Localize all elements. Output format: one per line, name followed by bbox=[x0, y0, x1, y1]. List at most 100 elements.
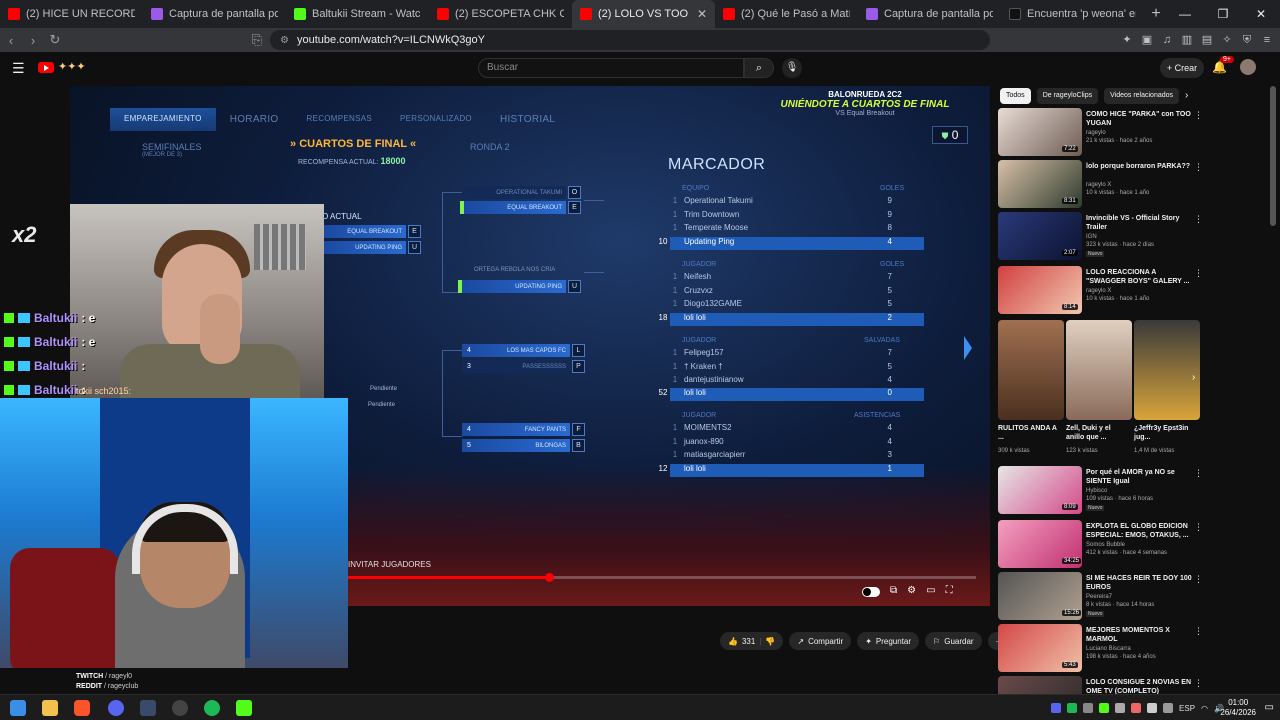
share-button[interactable]: ↗ Compartir bbox=[789, 632, 852, 650]
short-title[interactable]: ¿Jeffr3y Epst3in jug... bbox=[1134, 424, 1196, 442]
bookmark-icon[interactable]: ⎘ bbox=[246, 32, 268, 48]
close-tab-icon[interactable]: ✕ bbox=[697, 7, 707, 21]
suggested-video[interactable]: 5:43 MEJORES MOMENTOS X MARMOL Luciano B… bbox=[998, 624, 1208, 674]
tray-icon[interactable] bbox=[1099, 703, 1110, 713]
fullscreen-icon[interactable]: ⛶ bbox=[946, 585, 953, 597]
video-title[interactable]: LOLO CONSIGUE 2 NOVIAS EN OME TV (COMPLE… bbox=[1086, 678, 1192, 694]
more-vert-icon[interactable]: ⋮ bbox=[1194, 574, 1203, 585]
spotify-icon[interactable] bbox=[204, 700, 220, 716]
back-icon[interactable]: ‹ bbox=[0, 33, 22, 48]
suggested-video[interactable]: 8:14 LOLO REACCIONA A "SWAGGER BOYS" GAL… bbox=[998, 266, 1208, 316]
more-vert-icon[interactable]: ⋮ bbox=[1194, 678, 1203, 689]
close-window-icon[interactable]: ✕ bbox=[1242, 0, 1280, 28]
shorts-next-icon[interactable]: › bbox=[1192, 372, 1195, 383]
more-vert-icon[interactable]: ⋮ bbox=[1194, 522, 1203, 533]
more-vert-icon[interactable]: ⋮ bbox=[1194, 626, 1203, 637]
kick-icon[interactable] bbox=[236, 700, 252, 716]
short-thumbnail[interactable] bbox=[1134, 320, 1200, 420]
shield-icon[interactable]: ⛨ bbox=[1240, 33, 1254, 47]
settings-gear-icon[interactable]: ⚙ bbox=[907, 585, 916, 597]
suggested-video[interactable]: 7:22 COMO HICE "PARKA" con TOO YUGAN rag… bbox=[998, 108, 1208, 158]
subtitles-icon[interactable]: ⧉ bbox=[890, 585, 897, 597]
wallet-icon[interactable]: ▤ bbox=[1200, 33, 1214, 47]
suggested-video[interactable]: LOLO CONSIGUE 2 NOVIAS EN OME TV (COMPLE… bbox=[998, 676, 1208, 694]
puzzle-icon[interactable]: ✦ bbox=[1120, 33, 1134, 47]
chip-related[interactable]: Videos relacionados bbox=[1104, 88, 1180, 104]
short-title[interactable]: Zell, Duki y el anillo que ... bbox=[1066, 424, 1128, 442]
browser-tab[interactable]: Baltukii Stream - Watch Live on bbox=[286, 0, 429, 28]
suggested-video[interactable]: 8:31 lolo porque borraron PARKA?? rageyl… bbox=[998, 160, 1208, 210]
notification-center-icon[interactable]: ▭ bbox=[1265, 702, 1274, 713]
browser-tab[interactable]: Captura de pantalla por Lightshot bbox=[858, 0, 1001, 28]
browser-tab[interactable]: (2) HICE UN RECORD MUNDIAL bbox=[0, 0, 143, 28]
channel-name[interactable]: rageylo X bbox=[1086, 182, 1111, 188]
more-vert-icon[interactable]: ⋮ bbox=[1194, 110, 1203, 121]
search-icon[interactable]: ⌕ bbox=[744, 58, 774, 78]
scrollbar-thumb[interactable] bbox=[1270, 86, 1276, 226]
browser-tab[interactable]: Captura de pantalla por Lightshot bbox=[143, 0, 286, 28]
screenshot-icon[interactable]: ▣ bbox=[1140, 33, 1154, 47]
youtube-logo-icon[interactable] bbox=[38, 62, 54, 73]
brave-browser-icon[interactable] bbox=[74, 700, 90, 716]
chip-all[interactable]: Todos bbox=[1000, 88, 1031, 104]
miniplayer-icon[interactable]: ▭ bbox=[926, 585, 935, 597]
thumbs-down-icon[interactable]: 👎 bbox=[765, 637, 775, 646]
system-clock[interactable]: 01:00 26/4/2026 bbox=[1220, 698, 1256, 718]
obs-icon[interactable] bbox=[172, 700, 188, 716]
suggested-video[interactable]: 2:07 Invincible VS - Official Story Trai… bbox=[998, 212, 1208, 262]
video-progress-bar[interactable] bbox=[348, 573, 976, 582]
start-icon[interactable] bbox=[10, 700, 26, 716]
ai-icon[interactable]: ✧ bbox=[1220, 33, 1234, 47]
more-vert-icon[interactable]: ⋮ bbox=[1194, 468, 1203, 479]
video-title[interactable]: EXPLOTA EL GLOBO EDICION ESPECIAL: EMOS,… bbox=[1086, 522, 1192, 540]
channel-name[interactable]: Somos Bubble bbox=[1086, 542, 1125, 548]
channel-name[interactable]: IGN bbox=[1086, 234, 1097, 240]
browser-tab[interactable]: (2) Qué le Pasó a Matías Cand bbox=[715, 0, 858, 28]
language-indicator[interactable]: ESP bbox=[1179, 704, 1195, 713]
video-thumbnail[interactable] bbox=[998, 676, 1082, 694]
video-title[interactable]: Por qué el AMOR ya NO se SIENTE Igual bbox=[1086, 468, 1192, 486]
video-title[interactable]: lolo porque borraron PARKA?? bbox=[1086, 162, 1192, 171]
like-button[interactable]: 👍 331 | 👎 bbox=[720, 632, 784, 650]
more-vert-icon[interactable]: ⋮ bbox=[1194, 162, 1203, 173]
tray-icon[interactable] bbox=[1051, 703, 1062, 713]
forward-icon[interactable]: › bbox=[22, 33, 44, 48]
channel-name[interactable]: Hybisco bbox=[1086, 488, 1107, 494]
video-title[interactable]: MEJORES MOMENTOS X MARMOL bbox=[1086, 626, 1192, 644]
site-info-icon[interactable]: ⚙ bbox=[280, 35, 289, 46]
suggested-video[interactable]: 8:09 Por qué el AMOR ya NO se SIENTE Igu… bbox=[998, 466, 1208, 516]
restore-icon[interactable]: ❐ bbox=[1204, 0, 1242, 28]
tray-icon[interactable] bbox=[1163, 703, 1174, 713]
suggested-video[interactable]: 34:25 EXPLOTA EL GLOBO EDICION ESPECIAL:… bbox=[998, 520, 1208, 570]
file-explorer-icon[interactable] bbox=[42, 700, 58, 716]
tray-icon[interactable] bbox=[1131, 703, 1142, 713]
channel-name[interactable]: rageylo X bbox=[1086, 288, 1111, 294]
new-tab-icon[interactable]: + bbox=[1144, 0, 1168, 28]
address-bar[interactable]: ⚙ youtube.com/watch?v=ILCNWkQ3goY bbox=[270, 30, 990, 50]
doodle-icon[interactable]: ✦✦✦ bbox=[58, 60, 86, 73]
tray-icon[interactable] bbox=[1083, 703, 1094, 713]
music-icon[interactable]: ♫ bbox=[1160, 33, 1174, 47]
avatar[interactable] bbox=[1240, 59, 1256, 75]
video-title[interactable]: Invincible VS - Official Story Trailer bbox=[1086, 214, 1192, 232]
create-button[interactable]: + Crear bbox=[1160, 58, 1204, 78]
short-thumbnail[interactable] bbox=[1066, 320, 1132, 420]
ask-button[interactable]: ✦ Preguntar bbox=[857, 632, 920, 650]
short-title[interactable]: RULITOS ANDA A ... bbox=[998, 424, 1060, 442]
channel-name[interactable]: Luciano Biscarra bbox=[1086, 646, 1131, 652]
browser-tab-active[interactable]: (2) LOLO VS TOO YUGA ✕ bbox=[572, 0, 715, 28]
menu-icon[interactable]: ≡ bbox=[1260, 33, 1274, 47]
tray-icon[interactable] bbox=[1115, 703, 1126, 713]
more-vert-icon[interactable]: ⋮ bbox=[1194, 268, 1203, 279]
save-button[interactable]: ⚐ Guardar bbox=[925, 632, 982, 650]
sidebar-icon[interactable]: ▥ bbox=[1180, 33, 1194, 47]
search-input[interactable]: Buscar bbox=[478, 58, 744, 78]
progress-scrubber[interactable] bbox=[544, 573, 554, 582]
chrome-icon[interactable] bbox=[108, 700, 124, 716]
app-icon[interactable] bbox=[140, 700, 156, 716]
video-title[interactable]: SI ME HACES REIR TE DOY 100 EUROS bbox=[1086, 574, 1192, 592]
suggested-video[interactable]: 15:26 SI ME HACES REIR TE DOY 100 EUROS … bbox=[998, 572, 1208, 622]
minimize-icon[interactable]: — bbox=[1166, 0, 1204, 28]
chevron-right-icon[interactable]: › bbox=[1185, 88, 1188, 104]
wifi-icon[interactable]: ◠ bbox=[1201, 704, 1208, 713]
